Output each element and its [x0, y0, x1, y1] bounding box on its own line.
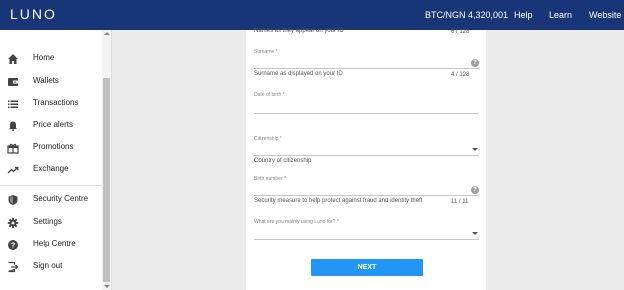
sidebar-item-help-centre[interactable]: ? Help Centre — [0, 235, 102, 255]
sidebar-item-price-alerts[interactable]: Price alerts — [0, 116, 102, 136]
sidebar-item-label: Exchange — [33, 164, 69, 173]
sidebar-scrollbar[interactable] — [102, 30, 111, 290]
usage-dropdown-arrow-icon[interactable] — [472, 232, 478, 235]
surname-label: Surname * — [254, 49, 278, 55]
sidebar-item-label: Sign out — [33, 261, 63, 270]
birth-number-label: Birth number * — [254, 176, 286, 182]
wallet-icon — [8, 78, 18, 86]
btc-ngn-price[interactable]: BTC/NGN 4,320,001 — [425, 10, 508, 20]
luno-logo[interactable]: LUNO — [10, 6, 57, 22]
names-char-counter: 6 / 128 — [451, 29, 470, 35]
usage-label: What are you mainly using Luno for? * — [254, 219, 339, 225]
next-button[interactable]: NEXT — [311, 259, 423, 276]
surname-char-counter: 4 / 128 — [451, 72, 470, 78]
birth-number-help-icon[interactable]: ? — [471, 186, 479, 194]
bell-icon — [9, 121, 17, 132]
sidebar-item-home[interactable]: Home — [0, 49, 102, 69]
citizenship-dropdown-arrow-icon[interactable] — [472, 148, 478, 151]
surname-input[interactable] — [254, 68, 479, 69]
home-icon — [8, 54, 18, 64]
citizenship-select[interactable] — [254, 155, 479, 156]
sidebar-item-sign-out[interactable]: Sign out — [0, 257, 102, 277]
sidebar-divider — [0, 185, 102, 186]
surname-help-icon[interactable]: ? — [471, 59, 479, 67]
nav-website-link[interactable]: Website — [589, 10, 621, 20]
sign-out-icon — [8, 261, 19, 273]
sidebar-item-label: Security Centre — [33, 194, 89, 203]
list-icon — [8, 100, 18, 108]
top-navigation-bar: LUNO BTC/NGN 4,320,001 Help Learn Websit… — [0, 0, 624, 30]
gift-icon — [7, 143, 19, 154]
svg-text:?: ? — [11, 241, 16, 250]
nav-help-link[interactable]: Help — [514, 10, 533, 20]
citizenship-label: Citizenship * — [254, 136, 282, 142]
identity-form-card: Names as they appear on your ID 6 / 128 … — [246, 28, 486, 290]
help-icon: ? — [8, 240, 18, 250]
sidebar-item-settings[interactable]: Settings — [0, 213, 102, 233]
gear-icon — [7, 217, 19, 229]
scroll-up-arrow[interactable] — [104, 32, 110, 35]
date-of-birth-label: Date of birth * — [254, 92, 285, 98]
names-helper-text: Names as they appear on your ID — [254, 28, 344, 34]
sidebar-item-label: Wallets — [33, 76, 59, 85]
scroll-thumb[interactable] — [103, 78, 110, 282]
sidebar-item-label: Help Centre — [33, 239, 76, 248]
sidebar-item-label: Home — [33, 53, 55, 62]
sidebar-item-security-centre[interactable]: Security Centre — [0, 190, 102, 210]
nav-learn-link[interactable]: Learn — [549, 10, 572, 20]
birth-number-char-counter: 11 / 11 — [451, 199, 469, 205]
sidebar-item-transactions[interactable]: Transactions — [0, 94, 102, 114]
scroll-down-arrow[interactable] — [104, 285, 110, 288]
sidebar-item-label: Transactions — [33, 98, 79, 107]
sidebar-item-wallets[interactable]: Wallets — [0, 72, 102, 92]
date-of-birth-input[interactable] — [254, 113, 479, 114]
citizenship-helper-text: Country of citizenship — [254, 158, 312, 164]
sidebar-item-label: Price alerts — [33, 120, 74, 129]
surname-helper-text: Surname as displayed on your ID — [254, 71, 343, 77]
sidebar-item-exchange[interactable]: Exchange — [0, 160, 102, 180]
birth-number-helper-text: Security measure to help protect against… — [254, 198, 423, 204]
sidebar-item-label: Settings — [33, 217, 62, 226]
trending-icon — [7, 166, 19, 174]
sidebar-item-label: Promotions — [33, 142, 74, 151]
birth-number-input[interactable] — [254, 195, 479, 196]
sidebar-item-promotions[interactable]: Promotions — [0, 138, 102, 158]
usage-select[interactable] — [254, 239, 479, 240]
sidebar: Home Wallets Transactions Price alerts P… — [0, 30, 112, 290]
shield-icon — [8, 195, 18, 205]
